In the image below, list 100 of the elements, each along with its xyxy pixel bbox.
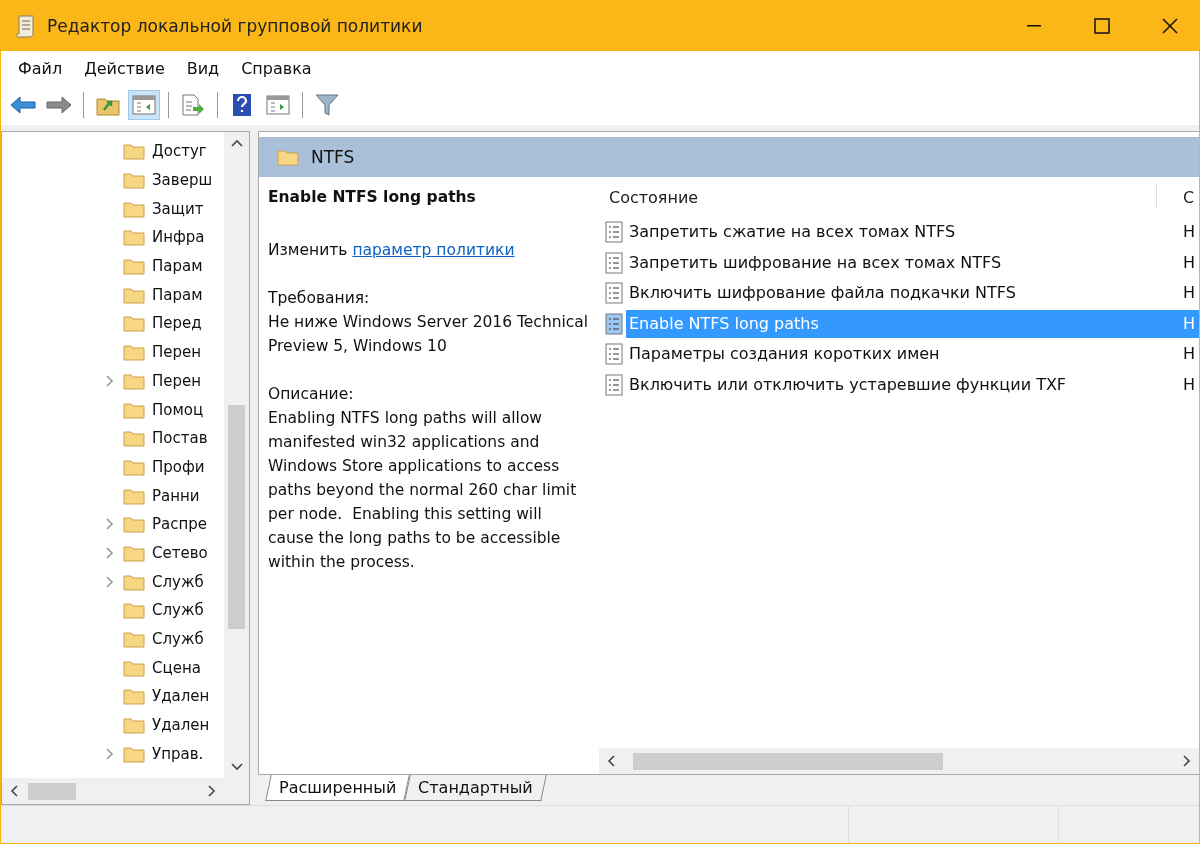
menu-item[interactable]: Файл — [7, 58, 74, 78]
forward-arrow-icon[interactable] — [46, 96, 72, 114]
expand-chevron-icon[interactable] — [103, 518, 115, 531]
folder-icon — [123, 371, 145, 390]
policy-setting-icon — [605, 221, 623, 244]
folder-icon — [123, 457, 145, 476]
app-scroll-icon — [15, 14, 37, 38]
tree-item[interactable]: Удален — [152, 687, 210, 706]
tree-item[interactable]: Управ. — [152, 744, 204, 763]
scroll-down-icon[interactable] — [230, 760, 243, 772]
edit-label: Изменить — [268, 241, 348, 259]
tree-item[interactable]: Парам — [152, 285, 203, 304]
tree-item[interactable]: Заверш — [152, 171, 213, 190]
scroll-left-icon[interactable] — [606, 755, 618, 767]
folder-icon — [123, 543, 145, 562]
folder-icon — [123, 716, 145, 735]
folder-icon — [123, 285, 145, 304]
menu-item[interactable]: Вид — [175, 58, 231, 78]
vertical-scrollbar[interactable] — [224, 132, 249, 778]
scroll-thumb[interactable] — [228, 405, 245, 630]
tree-item[interactable]: Сцена — [152, 658, 201, 677]
folder-icon — [277, 148, 299, 166]
section-title: NTFS — [311, 147, 355, 167]
folder-icon — [123, 171, 145, 190]
state-cell-text: Н — [1183, 343, 1197, 366]
requirements-label: Требования: — [268, 288, 371, 309]
tree-item[interactable]: Помоц — [152, 400, 204, 419]
folder-icon — [123, 572, 145, 591]
window-title: Редактор локальной групповой политики — [47, 16, 424, 36]
minimize-icon — [1027, 25, 1041, 27]
horizontal-scrollbar[interactable] — [2, 778, 249, 804]
expand-chevron-icon[interactable] — [103, 546, 115, 559]
tree-item[interactable]: Постав — [152, 429, 208, 448]
state-cell-text: Н — [1183, 373, 1197, 396]
tree-item[interactable]: Распре — [152, 515, 208, 534]
policy-settings-link[interactable]: параметр политики — [352, 241, 515, 259]
description-text: Enabling NTFS long paths will allow manifested win32 applications and Windows Store applications to access paths beyond the normal 260 char limit per node. Enabling this setting will cause the long paths to be accessible within the process. — [268, 408, 578, 573]
column-header[interactable]: Состояние — [599, 187, 1156, 207]
tree-item[interactable]: Парам — [152, 257, 203, 276]
tree-item[interactable]: Профи — [152, 457, 205, 476]
tree-item[interactable]: Перен — [152, 371, 202, 390]
help-icon[interactable] — [232, 93, 252, 117]
state-cell-text: Н — [1183, 251, 1197, 274]
folder-icon — [123, 515, 145, 534]
policy-name-cell[interactable]: Запретить сжатие на всех томах NTFS — [626, 218, 1183, 247]
description-label: Описание: — [268, 384, 355, 405]
requirements-text: Не ниже Windows Server 2016 Technical Preview 5, Windows 10 — [268, 312, 590, 357]
folder-icon — [123, 486, 145, 505]
folder-icon — [123, 744, 145, 763]
policy-setting-icon — [605, 343, 623, 366]
menu-item[interactable]: Справка — [230, 58, 323, 78]
policy-setting-icon — [605, 373, 623, 396]
policy-title: Enable NTFS long paths — [268, 187, 477, 208]
view-tab[interactable]: Стандартный — [404, 775, 547, 801]
scroll-thumb[interactable] — [28, 782, 76, 800]
tree-item[interactable]: Служб — [152, 572, 204, 591]
folder-icon — [123, 658, 145, 677]
policy-setting-icon — [605, 251, 623, 274]
folder-icon — [123, 601, 145, 620]
tree-item[interactable]: Ранни — [152, 486, 200, 505]
folder-icon — [123, 429, 145, 448]
tree-item[interactable]: Служб — [152, 630, 204, 649]
folder-icon — [123, 257, 145, 276]
folder-icon — [123, 343, 145, 362]
close-icon — [1162, 18, 1178, 34]
tree-item[interactable]: Перен — [152, 343, 202, 362]
state-cell: Н — [1183, 309, 1199, 338]
policy-setting-icon — [605, 312, 623, 335]
back-arrow-icon[interactable] — [10, 96, 36, 114]
menu-item[interactable]: Действие — [73, 58, 176, 78]
tree-item[interactable]: Служб — [152, 601, 204, 620]
policy-name-cell[interactable]: Включить или отключить устаревшие функции TXF — [626, 370, 1183, 399]
tree-item[interactable]: Защит — [152, 199, 204, 218]
tree-item[interactable]: Инфра — [152, 228, 205, 247]
policy-name-cell[interactable]: Запретить шифрование на всех томах NTFS — [626, 248, 1183, 277]
scroll-left-icon[interactable] — [9, 785, 21, 797]
policy-name-cell[interactable]: Параметры создания коротких имен — [626, 340, 1183, 369]
folder-icon — [123, 314, 145, 333]
column-header[interactable]: С — [1183, 187, 1199, 207]
tree-item[interactable]: Удален — [152, 716, 210, 735]
tree-item[interactable]: Достуг — [152, 142, 207, 161]
horizontal-scrollbar[interactable] — [599, 748, 1199, 774]
scroll-right-icon[interactable] — [205, 785, 217, 797]
maximize-icon — [1094, 18, 1110, 34]
view-tab[interactable]: Расширенный — [265, 775, 410, 801]
scroll-thumb[interactable] — [633, 752, 943, 770]
scroll-right-icon[interactable] — [1180, 755, 1192, 767]
folder-icon — [123, 687, 145, 706]
tree-item[interactable]: Сетево — [152, 543, 208, 562]
state-cell-text: Н — [1183, 282, 1197, 305]
policy-setting-icon — [605, 282, 623, 305]
expand-chevron-icon[interactable] — [103, 374, 115, 387]
expand-chevron-icon[interactable] — [103, 575, 115, 588]
folder-icon — [123, 400, 145, 419]
state-cell-text: Н — [1183, 221, 1197, 244]
folder-icon — [123, 199, 145, 218]
policy-name-cell[interactable]: Включить шифрование файла подкачки NTFS — [626, 279, 1183, 308]
expand-chevron-icon[interactable] — [103, 747, 115, 760]
folder-icon — [123, 228, 145, 247]
tree-item[interactable]: Перед — [152, 314, 202, 333]
